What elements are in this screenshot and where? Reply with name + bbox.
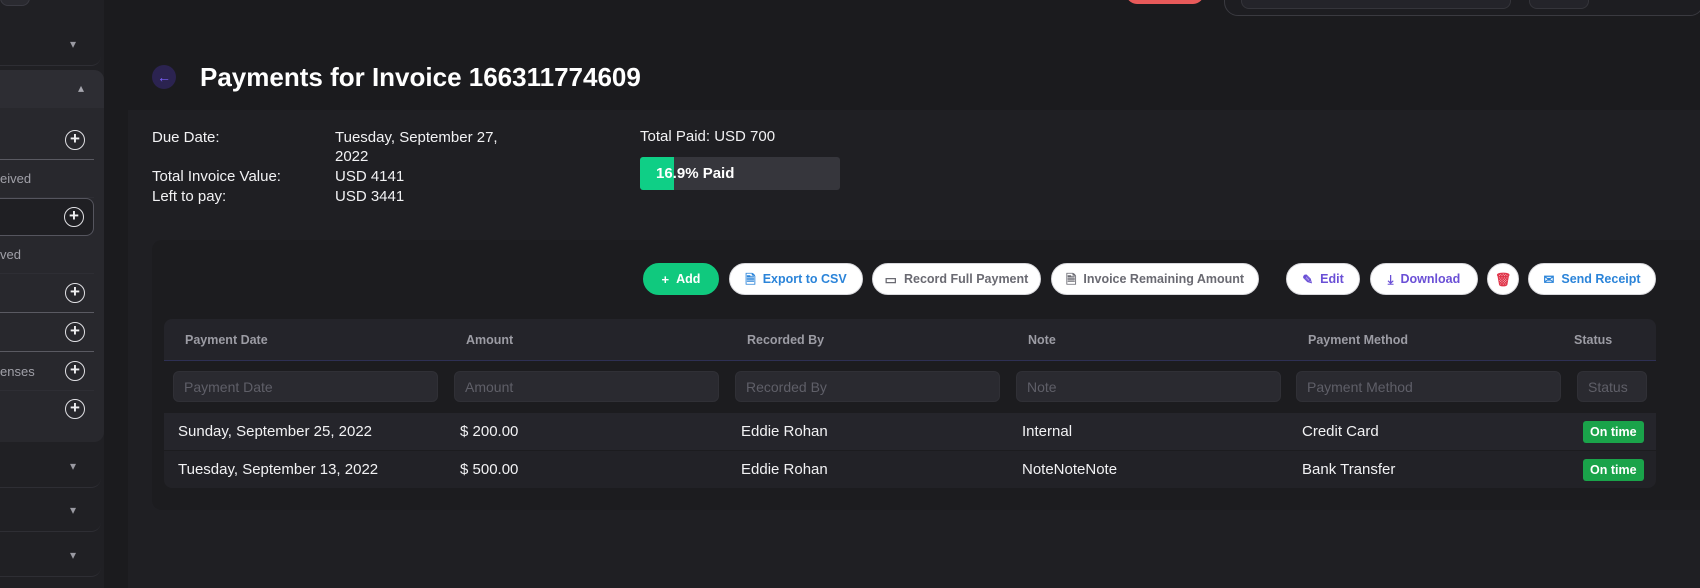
sidebar-section-collapsed-4[interactable]: ▾ <box>0 535 101 577</box>
filter-recorded-by-input[interactable] <box>735 371 1000 402</box>
cell-amount: $ 200.00 <box>460 423 519 440</box>
sidebar-item-label: enses <box>0 364 35 379</box>
cell-recorded-by: Eddie Rohan <box>741 461 828 478</box>
sidebar-top-stub <box>0 0 30 6</box>
page-title: Payments for Invoice 166311774609 <box>200 62 641 92</box>
invoice-remaining-amount-button[interactable]: 🗎 Invoice Remaining Amount <box>1051 263 1259 295</box>
sidebar-section-collapsed-3[interactable]: ▾ <box>0 490 101 532</box>
add-icon[interactable]: + <box>65 283 85 303</box>
sidebar-item-label: eived <box>0 171 32 186</box>
left-to-pay-value: USD 3441 <box>335 188 405 205</box>
download-icon: ⤓ <box>1387 271 1394 287</box>
record-full-payment-button[interactable]: ▭ Record Full Payment <box>872 263 1041 295</box>
cell-payment-method: Bank Transfer <box>1302 461 1396 478</box>
paid-progress-bar: 16.9% Paid <box>640 157 840 190</box>
sidebar-group-expanded: ▴ + eived + ved + + enses + + <box>0 70 104 442</box>
filter-amount-input[interactable] <box>454 371 719 402</box>
total-invoice-value: USD 4141 <box>335 168 405 185</box>
status-badge: On time <box>1583 421 1644 443</box>
cell-payment-method: Credit Card <box>1302 423 1379 440</box>
column-header-recorded-by[interactable]: Recorded By <box>747 333 824 347</box>
column-header-payment-method[interactable]: Payment Method <box>1308 333 1408 347</box>
chevron-down-icon: ▾ <box>69 548 77 562</box>
sidebar-item-7[interactable]: + <box>0 391 94 429</box>
table-row[interactable]: Sunday, September 25, 2022 $ 200.00 Eddi… <box>164 413 1656 450</box>
add-icon[interactable]: + <box>65 399 85 419</box>
total-paid: Total Paid: USD 700 <box>640 128 776 145</box>
filter-note-input[interactable] <box>1016 371 1281 402</box>
chevron-up-icon: ▴ <box>77 81 84 95</box>
cell-note: Internal <box>1022 423 1073 440</box>
download-button[interactable]: ⤓ Download <box>1370 263 1478 295</box>
file-icon: 🗎 <box>745 271 756 287</box>
topbar-search-area <box>1224 0 1700 16</box>
total-invoice-value-label: Total Invoice Value: <box>152 168 281 185</box>
sidebar-item-received[interactable]: eived <box>0 160 94 198</box>
filter-payment-method-input[interactable] <box>1296 371 1561 402</box>
edit-button[interactable]: ✎ Edit <box>1286 263 1360 295</box>
due-date-value-line1: Tuesday, September 27, <box>335 129 498 146</box>
table-row[interactable]: Tuesday, September 13, 2022 $ 500.00 Edd… <box>164 451 1656 488</box>
left-to-pay-label: Left to pay: <box>152 188 227 205</box>
sidebar-item-4[interactable]: + <box>0 275 94 313</box>
trash-icon: 🗑 <box>1494 271 1512 287</box>
filter-status-input[interactable] <box>1577 371 1647 402</box>
sidebar-item-expenses[interactable]: enses + <box>0 353 94 391</box>
column-header-status[interactable]: Status <box>1574 333 1612 347</box>
add-icon[interactable]: + <box>65 130 85 150</box>
add-icon[interactable]: + <box>65 361 85 381</box>
cell-amount: $ 500.00 <box>460 461 519 478</box>
sidebar-item-ved[interactable]: ved <box>0 236 94 274</box>
due-date-label: Due Date: <box>152 129 220 146</box>
chevron-down-icon: ▾ <box>69 503 77 517</box>
sidebar-section-collapsed-1[interactable]: ▾ <box>0 24 101 66</box>
add-icon[interactable]: + <box>65 322 85 342</box>
sidebar-item-active[interactable]: + <box>0 198 94 236</box>
cell-recorded-by: Eddie Rohan <box>741 423 828 440</box>
column-header-amount[interactable]: Amount <box>466 333 513 347</box>
back-arrow-icon[interactable]: ← <box>152 65 176 89</box>
filter-payment-date-input[interactable] <box>173 371 438 402</box>
add-icon[interactable]: + <box>64 207 84 227</box>
send-receipt-button[interactable]: ✉ Send Receipt <box>1528 263 1656 295</box>
mail-icon: ✉ <box>1543 271 1555 287</box>
column-header-note[interactable]: Note <box>1028 333 1056 347</box>
delete-button[interactable]: 🗑 <box>1487 263 1519 295</box>
status-badge: On time <box>1583 459 1644 481</box>
credit-card-icon: ▭ <box>884 271 897 287</box>
chevron-down-icon: ▾ <box>69 459 77 473</box>
sidebar: ▾ ▴ + eived + ved + + enses + + ▾ ▾ ▾ <box>0 0 104 588</box>
sidebar-item-1[interactable]: + <box>0 122 94 160</box>
cell-note: NoteNoteNote <box>1022 461 1118 478</box>
sidebar-item-5[interactable]: + <box>0 314 94 352</box>
paid-progress-text: 16.9% Paid <box>656 165 735 182</box>
topbar-action-button[interactable] <box>1126 0 1204 4</box>
plus-icon: + <box>661 271 670 287</box>
sidebar-section-collapsed-2[interactable]: ▾ <box>0 446 101 488</box>
topbar-small-button[interactable] <box>1529 0 1589 9</box>
file-icon: 🗎 <box>1065 271 1077 287</box>
chevron-down-icon: ▾ <box>69 37 77 51</box>
due-date-value-line2: 2022 <box>335 148 369 165</box>
sidebar-item-label: ved <box>0 247 21 262</box>
sidebar-group-header[interactable]: ▴ <box>0 70 104 108</box>
export-csv-button[interactable]: 🗎 Export to CSV <box>729 263 863 295</box>
column-header-payment-date[interactable]: Payment Date <box>185 333 268 347</box>
cell-payment-date: Tuesday, September 13, 2022 <box>178 461 379 478</box>
pencil-icon: ✎ <box>1302 271 1314 287</box>
cell-payment-date: Sunday, September 25, 2022 <box>178 423 373 440</box>
add-payment-button[interactable]: + Add <box>643 263 719 295</box>
topbar-search-input[interactable] <box>1241 0 1511 9</box>
table-header: Payment Date Amount Recorded By Note Pay… <box>164 319 1656 361</box>
